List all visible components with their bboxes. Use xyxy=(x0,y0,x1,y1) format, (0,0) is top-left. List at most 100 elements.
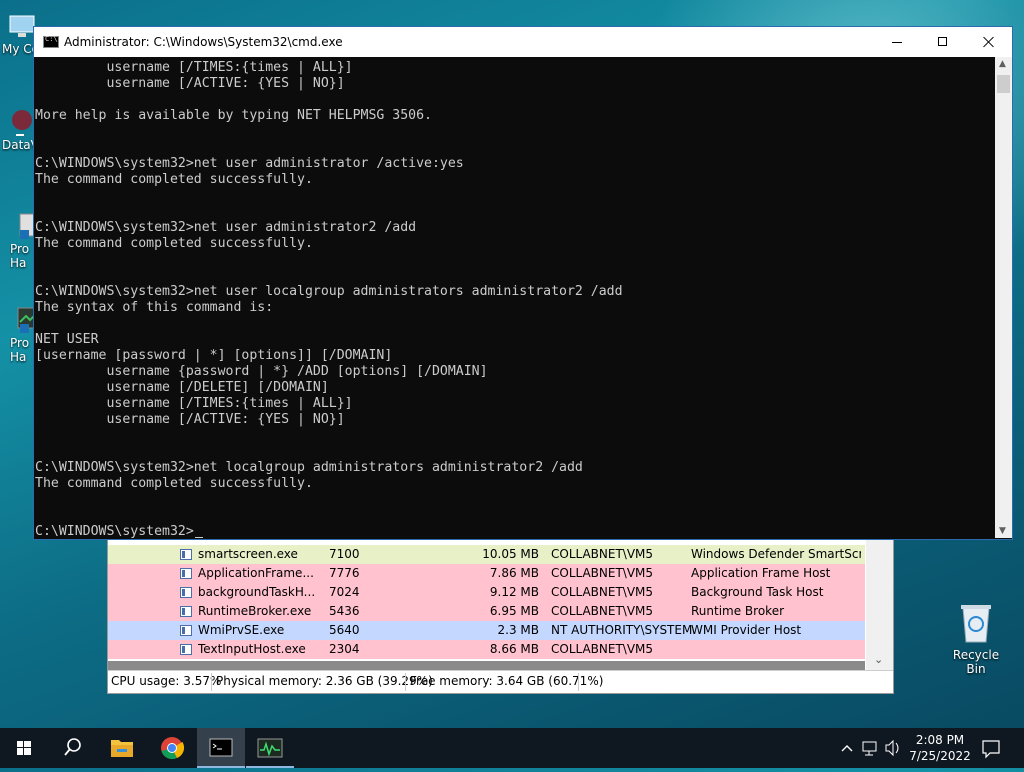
process-description: Application Frame Host xyxy=(691,566,831,580)
search-button[interactable] xyxy=(48,728,96,768)
process-pid: 7024 xyxy=(329,585,360,599)
process-user: NT AUTHORITY\SYSTEM xyxy=(551,623,693,637)
search-icon xyxy=(64,738,81,756)
volume-icon[interactable] xyxy=(885,739,899,757)
console-line: [username [password | *] [options]] [/DO… xyxy=(35,348,393,363)
folder-icon xyxy=(111,740,133,757)
cmd-window[interactable]: Administrator: C:\Windows\System32\cmd.e… xyxy=(33,26,1013,540)
process-explorer-icon xyxy=(257,738,283,758)
process-memory: 2.3 MB xyxy=(497,623,539,637)
recycle-bin-label: Recycle Bin xyxy=(952,648,1000,676)
process-icon xyxy=(180,587,192,598)
console-line: username {password | *} /ADD [options] [… xyxy=(35,364,488,379)
process-description: Background Task Host xyxy=(691,585,824,599)
process-icon xyxy=(180,568,192,579)
notification-button[interactable] xyxy=(976,728,1006,768)
process-name: TextInputHost.exe xyxy=(198,642,306,656)
process-name: backgroundTaskH... xyxy=(198,585,316,599)
console-output[interactable]: username [/TIMES:{times | ALL}] username… xyxy=(34,57,995,538)
system-tray xyxy=(838,728,908,768)
clock-date: 7/25/2022 xyxy=(909,749,971,763)
process-user: COLLABNET\VM5 xyxy=(551,642,654,656)
free-memory: Free memory: 3.64 GB (60.71%) xyxy=(410,674,604,688)
process-icon xyxy=(180,549,192,560)
start-button[interactable] xyxy=(0,728,48,768)
cpu-usage: CPU usage: 3.57% xyxy=(111,674,222,688)
notification-icon xyxy=(982,740,1000,759)
console-line: C:\WINDOWS\system32>net localgroup admin… xyxy=(35,460,583,475)
process-pid: 7100 xyxy=(329,547,360,561)
console-line: NET USER xyxy=(35,332,99,347)
process-user: COLLABNET\VM5 xyxy=(551,604,654,618)
physical-memory: Physical memory: 2.36 GB (39.29%) xyxy=(216,674,433,688)
clock[interactable]: 2:08 PM 7/25/2022 xyxy=(908,732,972,764)
console-scrollbar[interactable]: ▲ ▼ xyxy=(995,57,1012,538)
taskbar-cmd[interactable] xyxy=(197,728,245,768)
cmd-icon xyxy=(209,738,233,757)
text-cursor xyxy=(195,537,203,538)
console-line: More help is available by typing NET HEL… xyxy=(35,108,432,123)
console-line: username [/ACTIVE: {YES | NO}] xyxy=(35,76,345,91)
computer-icon xyxy=(8,12,36,40)
process-name: WmiPrvSE.exe xyxy=(198,623,285,637)
scroll-up-icon[interactable]: ▲ xyxy=(999,59,1006,69)
console-line: C:\WINDOWS\system32> xyxy=(35,524,194,538)
process-list-scrollbar[interactable]: ⌄ xyxy=(866,531,893,671)
process-memory: 10.05 MB xyxy=(482,547,539,561)
console-line: username [/ACTIVE: {YES | NO}] xyxy=(35,412,345,427)
clock-time: 2:08 PM xyxy=(915,733,965,747)
console-line: C:\WINDOWS\system32>net user localgroup … xyxy=(35,284,623,299)
table-row[interactable]: ApplicationFrame... 7776 7.86 MB COLLABNET\… xyxy=(108,564,865,583)
process-pid: 5436 xyxy=(329,604,360,618)
taskbar-chrome[interactable] xyxy=(148,728,196,768)
process-memory: 6.95 MB xyxy=(489,604,539,618)
window-title: Administrator: C:\Windows\System32\cmd.e… xyxy=(64,35,343,49)
table-row[interactable]: TextInputHost.exe 2304 8.66 MB COLLABNET\VM… xyxy=(108,640,865,659)
process-description: Runtime Broker xyxy=(691,604,785,618)
table-row[interactable]: backgroundTaskH... 7024 9.12 MB COLLABNET\V… xyxy=(108,583,865,602)
process-icon xyxy=(180,606,192,617)
console-line: The command completed successfully. xyxy=(35,476,313,491)
scroll-down-icon[interactable]: ▼ xyxy=(999,526,1006,536)
taskbar: 2:08 PM 7/25/2022 xyxy=(0,728,1024,768)
shortcut-icon xyxy=(8,108,36,136)
process-icon xyxy=(180,625,192,636)
taskbar-file-explorer[interactable] xyxy=(98,728,146,768)
process-explorer-window[interactable]: smartscreen.exe 7100 10.05 MB COLLABNET\VM5… xyxy=(107,530,894,694)
console-line: username [/TIMES:{times | ALL}] xyxy=(35,60,353,75)
scrollbar-thumb[interactable] xyxy=(997,75,1010,93)
process-description: WMI Provider Host xyxy=(691,623,802,637)
chevron-up-icon[interactable] xyxy=(841,745,853,752)
network-icon[interactable] xyxy=(862,741,877,756)
process-memory: 7.86 MB xyxy=(489,566,539,580)
console-line: The command completed successfully. xyxy=(35,172,313,187)
cmd-app-icon[interactable] xyxy=(43,35,59,48)
close-button[interactable] xyxy=(966,27,1012,57)
maximize-button[interactable] xyxy=(920,27,966,57)
table-row[interactable]: smartscreen.exe 7100 10.05 MB COLLABNET\VM5… xyxy=(108,545,865,564)
process-pid: 5640 xyxy=(329,623,360,637)
process-name: smartscreen.exe xyxy=(198,547,298,561)
scroll-down-icon[interactable]: ⌄ xyxy=(874,653,883,666)
console-line: C:\WINDOWS\system32>net user administrat… xyxy=(35,156,464,171)
console-line: The command completed successfully. xyxy=(35,236,313,251)
console-line: C:\WINDOWS\system32>net user administrat… xyxy=(35,220,417,235)
recycle-bin-icon xyxy=(959,602,993,644)
console-line: username [/TIMES:{times | ALL}] xyxy=(35,396,353,411)
process-name: RuntimeBroker.exe xyxy=(198,604,312,618)
desktop-icon-recycle-bin[interactable]: Recycle Bin xyxy=(942,602,1010,676)
process-description: Windows Defender SmartScre... xyxy=(691,547,861,561)
status-bar: CPU usage: 3.57% Physical memory: 2.36 G… xyxy=(108,670,893,693)
table-row[interactable]: RuntimeBroker.exe 5436 6.95 MB COLLABNET\VM… xyxy=(108,602,865,621)
console-line: The syntax of this command is: xyxy=(35,300,274,315)
title-bar[interactable]: Administrator: C:\Windows\System32\cmd.e… xyxy=(34,27,1012,57)
taskbar-process-explorer[interactable] xyxy=(246,728,294,768)
process-icon xyxy=(180,644,192,655)
minimize-button[interactable] xyxy=(874,27,920,57)
process-pid: 2304 xyxy=(329,642,360,656)
windows-logo-icon xyxy=(17,741,31,755)
table-row[interactable]: WmiPrvSE.exe 5640 2.3 MB NT AUTHORITY\SYSTE… xyxy=(108,621,865,640)
process-user: COLLABNET\VM5 xyxy=(551,585,654,599)
process-memory: 8.66 MB xyxy=(489,642,539,656)
process-user: COLLABNET\VM5 xyxy=(551,566,654,580)
